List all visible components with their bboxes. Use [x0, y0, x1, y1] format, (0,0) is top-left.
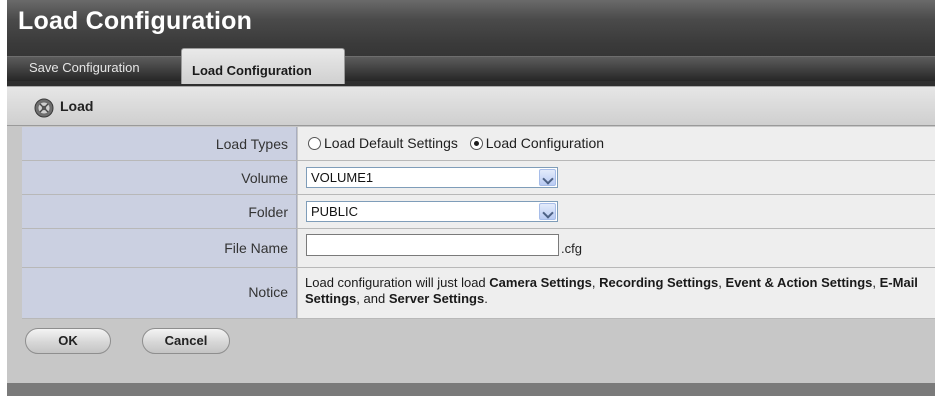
cancel-button[interactable]: Cancel: [142, 328, 230, 354]
section-header: Load: [7, 86, 935, 126]
bottom-divider: [7, 383, 935, 396]
row-load-types: Load Types Load Default Settings Load Co…: [22, 127, 935, 161]
folder-select-value: PUBLIC: [311, 204, 358, 219]
volume-select-value: VOLUME1: [311, 170, 374, 185]
notice-item: Server Settings: [388, 291, 485, 306]
row-notice: Notice Load configuration will just load…: [22, 268, 935, 319]
load-types-label: Load Types: [22, 127, 297, 160]
page-title: Load Configuration: [18, 7, 253, 35]
radio-load-configuration[interactable]: Load Configuration: [469, 135, 604, 151]
notice-value: Load configuration will just load Camera…: [298, 268, 935, 318]
row-file-name: File Name .cfg: [22, 229, 935, 268]
chevron-down-icon[interactable]: [539, 203, 556, 220]
chevron-down-icon[interactable]: [539, 169, 556, 186]
notice-item: Recording Settings: [599, 275, 719, 290]
file-extension-suffix: .cfg: [561, 241, 582, 256]
row-volume: Volume VOLUME1: [22, 161, 935, 195]
load-types-value: Load Default Settings Load Configuration: [298, 127, 935, 160]
row-folder: Folder PUBLIC: [22, 195, 935, 229]
volume-value: VOLUME1: [298, 161, 935, 194]
volume-label: Volume: [22, 161, 297, 194]
folder-label: Folder: [22, 195, 297, 228]
tab-save-configuration[interactable]: Save Configuration: [19, 55, 177, 81]
title-bar: Load Configuration: [7, 0, 935, 44]
ok-button[interactable]: OK: [25, 328, 111, 354]
section-title: Load: [60, 98, 94, 114]
radio-button[interactable]: [308, 137, 321, 150]
tab-bar: Save Configuration Load Configuration: [7, 44, 935, 86]
tab-load-configuration[interactable]: Load Configuration: [181, 48, 345, 84]
volume-select[interactable]: VOLUME1: [306, 167, 558, 188]
file-name-value: .cfg: [298, 229, 935, 267]
file-name-input[interactable]: [306, 234, 559, 256]
file-name-label: File Name: [22, 229, 297, 267]
radio-button-selected[interactable]: [469, 137, 483, 150]
window: Load Configuration Save Configuration Lo…: [7, 0, 935, 396]
notice-label: Notice: [22, 268, 297, 318]
radio-load-default-settings[interactable]: Load Default Settings: [308, 135, 458, 151]
load-types-radio-group: Load Default Settings Load Configuration: [308, 135, 604, 151]
folder-value: PUBLIC: [298, 195, 935, 228]
notice-item: Event & Action Settings: [725, 275, 873, 290]
notice-item: Camera Settings: [489, 275, 592, 290]
folder-select[interactable]: PUBLIC: [306, 201, 558, 222]
notice-text: Load configuration will just load Camera…: [305, 275, 918, 306]
load-icon: [34, 98, 54, 118]
